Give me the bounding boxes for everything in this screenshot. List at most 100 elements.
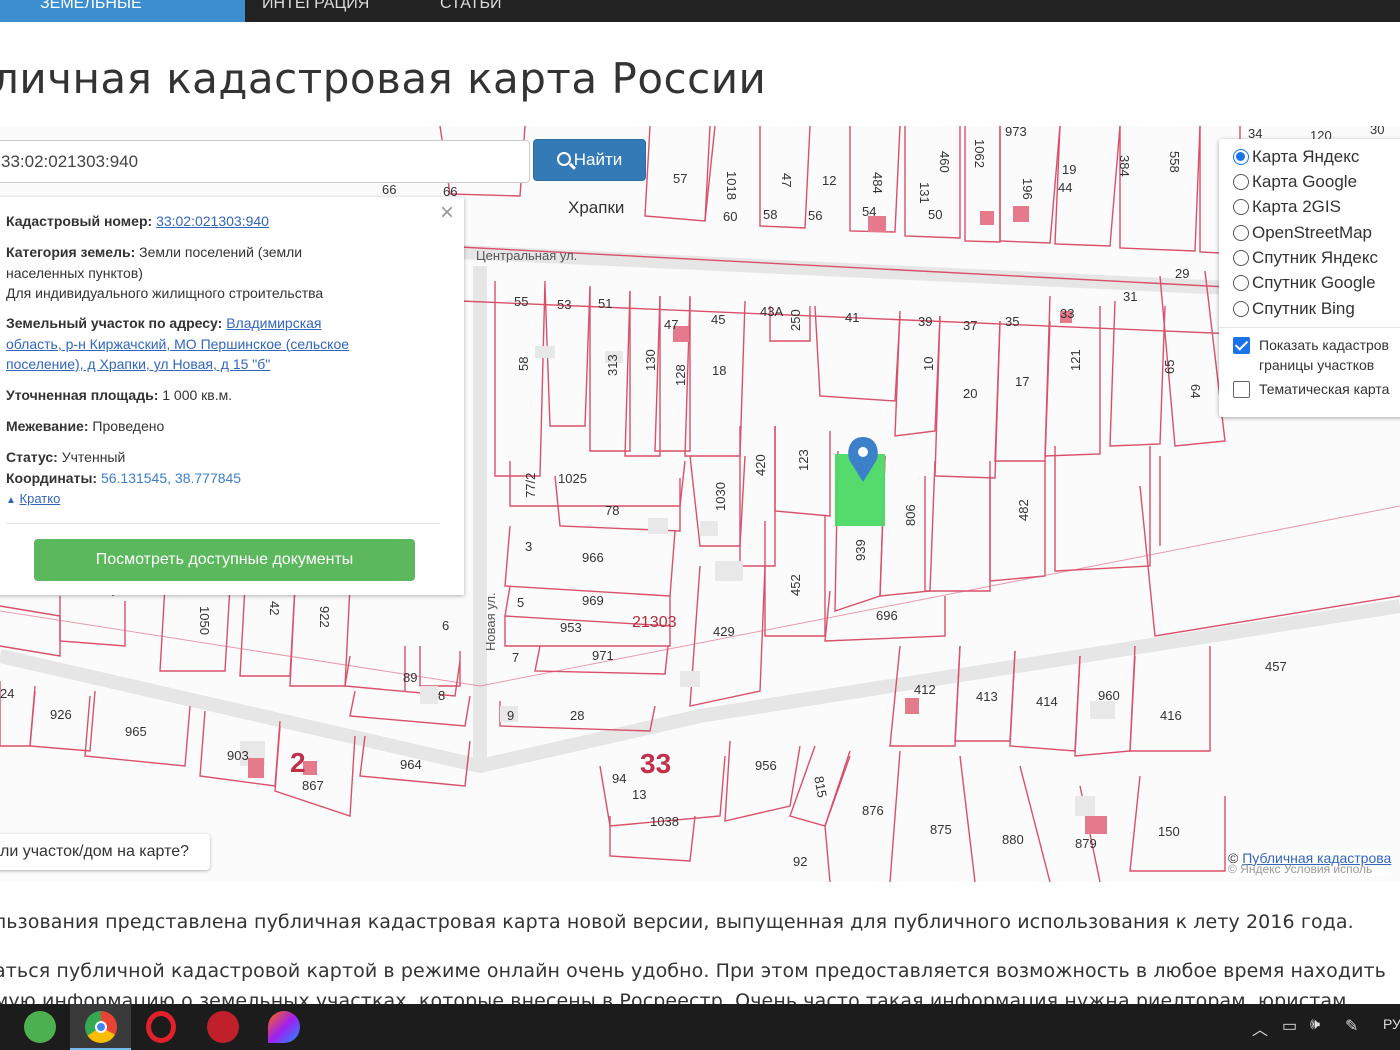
body-paragraph-1: льзования представлена публичная кадастр… <box>0 911 1354 933</box>
paint-icon[interactable] <box>268 1011 300 1043</box>
cadastral-row: Кадастровый номер: 33:02:021303:940 <box>6 211 426 232</box>
svg-text:35: 35 <box>1005 314 1019 329</box>
svg-text:66: 66 <box>382 182 396 197</box>
svg-text:123: 123 <box>796 449 811 471</box>
layer-option-osm[interactable]: OpenStreetMap <box>1233 221 1372 245</box>
network-icon[interactable]: ▭ <box>1282 1016 1297 1036</box>
address-link-end[interactable]: поселение), д Храпки, ул Новая, д 15 "б" <box>6 356 270 372</box>
nav-item-active[interactable]: ЗЕМЕЛЬНЫЕ <box>0 0 245 22</box>
svg-text:484: 484 <box>870 172 885 194</box>
utorrent-icon[interactable] <box>24 1011 56 1043</box>
address-link[interactable]: Владимирская <box>226 315 321 331</box>
layer-option-yandex-map[interactable]: Карта Яндекс <box>1233 145 1359 169</box>
svg-text:24: 24 <box>0 686 14 701</box>
svg-text:875: 875 <box>930 822 952 837</box>
game-icon[interactable] <box>207 1011 239 1043</box>
radio-icon[interactable] <box>1233 225 1249 241</box>
svg-text:41: 41 <box>845 310 859 325</box>
svg-text:64: 64 <box>1188 384 1203 398</box>
show-borders-label: Показать кадастров границы участков <box>1259 335 1389 375</box>
street-label-new: Новая ул. <box>483 592 498 651</box>
layer-label: Спутник Bing <box>1252 299 1355 318</box>
thematic-map-option[interactable]: Тематическая карта <box>1233 379 1389 399</box>
tray-chevron-icon[interactable]: ︿ <box>1252 1016 1268 1040</box>
volume-icon[interactable]: 🕪 <box>1310 1016 1320 1034</box>
svg-text:815: 815 <box>811 775 830 799</box>
layer-option-yandex-satellite[interactable]: Спутник Яндекс <box>1233 246 1378 270</box>
svg-text:42: 42 <box>267 601 282 615</box>
coordinates-value[interactable]: 56.131545, 38.777845 <box>101 470 241 486</box>
radio-checked-icon[interactable] <box>1233 149 1249 165</box>
area-value: 1 000 кв.м. <box>162 387 233 403</box>
divider <box>1219 327 1400 328</box>
svg-text:45: 45 <box>711 312 725 327</box>
radio-icon[interactable] <box>1233 275 1249 291</box>
not-found-tab[interactable]: ли участок/дом на карте? <box>0 834 210 870</box>
svg-text:121: 121 <box>1068 349 1083 371</box>
layer-option-2gis-map[interactable]: Карта 2GIS <box>1233 195 1341 219</box>
svg-text:384: 384 <box>1117 155 1132 177</box>
radio-icon[interactable] <box>1233 174 1249 190</box>
checkbox-checked-icon[interactable] <box>1233 337 1250 354</box>
layer-option-google-map[interactable]: Карта Google <box>1233 170 1357 194</box>
radio-icon[interactable] <box>1233 301 1249 317</box>
layer-label: Спутник Google <box>1252 273 1376 292</box>
collapse-link[interactable]: ▲ Кратко <box>6 489 426 512</box>
divider <box>6 523 440 524</box>
yandex-attribution: © Яндекс Условия исполь <box>1228 862 1373 876</box>
svg-text:12: 12 <box>822 173 836 188</box>
opera-icon[interactable] <box>146 1011 176 1043</box>
layer-option-google-satellite[interactable]: Спутник Google <box>1233 271 1376 295</box>
show-borders-label-1: Показать кадастров <box>1259 337 1389 353</box>
status-label: Статус: <box>6 449 58 465</box>
svg-text:131: 131 <box>917 182 932 204</box>
view-documents-button[interactable]: Посмотреть доступные документы <box>34 539 415 581</box>
survey-row: Межевание: Проведено <box>6 416 426 437</box>
svg-text:58: 58 <box>516 357 531 371</box>
quarter-label: 21303 <box>632 614 677 631</box>
svg-text:53: 53 <box>557 297 571 312</box>
svg-text:420: 420 <box>753 454 768 476</box>
radio-icon[interactable] <box>1233 199 1249 215</box>
cadastral-label: Кадастровый номер: <box>6 213 153 229</box>
svg-text:130: 130 <box>643 349 658 371</box>
svg-text:57: 57 <box>673 171 687 186</box>
layer-label: Карта Google <box>1252 172 1358 191</box>
svg-text:416: 416 <box>1160 708 1182 723</box>
svg-text:37: 37 <box>963 318 977 333</box>
caret-up-icon: ▲ <box>6 495 16 506</box>
category-row: Категория земель: Земли поселений (земли… <box>6 242 426 304</box>
search-button[interactable]: Найти <box>533 139 646 181</box>
svg-text:43А: 43А <box>760 304 783 319</box>
svg-text:55: 55 <box>514 294 528 309</box>
top-navigation: ЗЕМЕЛЬНЫЕ ИНТЕГРАЦИЯ СТАТЬИ <box>0 0 1400 22</box>
cadastral-search-input[interactable]: 33:02:021303:940 <box>0 140 530 183</box>
layer-option-bing-satellite[interactable]: Спутник Bing <box>1233 297 1355 321</box>
svg-text:806: 806 <box>903 504 918 526</box>
survey-label: Межевание: <box>6 418 89 434</box>
svg-text:47: 47 <box>664 317 678 332</box>
radio-icon[interactable] <box>1233 250 1249 266</box>
svg-text:3: 3 <box>525 539 532 554</box>
svg-text:33: 33 <box>1060 306 1074 321</box>
svg-text:558: 558 <box>1167 151 1182 173</box>
show-borders-option[interactable]: Показать кадастров границы участков <box>1233 335 1389 375</box>
svg-text:54: 54 <box>862 204 876 219</box>
pen-icon[interactable]: ✎ <box>1345 1016 1358 1036</box>
svg-text:1038: 1038 <box>650 814 679 829</box>
svg-text:94: 94 <box>612 771 626 786</box>
svg-text:196: 196 <box>1020 178 1035 200</box>
category-label: Категория земель: <box>6 244 136 260</box>
language-indicator[interactable]: РУ <box>1383 1016 1400 1032</box>
cadastral-number-link[interactable]: 33:02:021303:940 <box>156 213 269 229</box>
nav-item-articles[interactable]: СТАТЬИ <box>440 0 501 22</box>
status-row: Статус: Учтенный Координаты: 56.131545, … <box>6 447 426 488</box>
chrome-icon[interactable] <box>85 1011 117 1043</box>
svg-text:960: 960 <box>1098 688 1120 703</box>
address-link-cont[interactable]: область, р-н Киржачский, МО Першинское (… <box>6 336 349 352</box>
checkbox-icon[interactable] <box>1233 381 1250 398</box>
nav-item-integration[interactable]: ИНТЕГРАЦИЯ <box>262 0 369 22</box>
map-attribution: © Публичная кадастрова © Яндекс Условия … <box>1228 850 1392 876</box>
close-icon[interactable]: × <box>440 201 454 225</box>
svg-text:44: 44 <box>1058 180 1072 195</box>
